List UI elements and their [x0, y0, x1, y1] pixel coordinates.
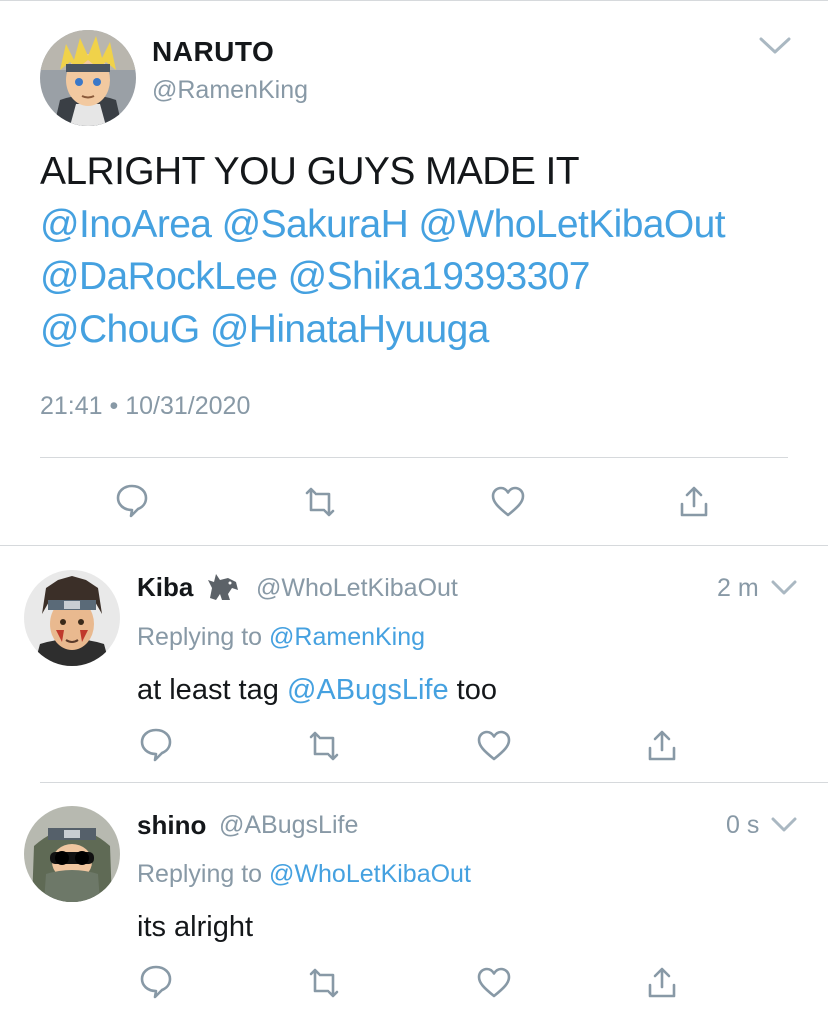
avatar[interactable]: [24, 806, 120, 902]
author-handle[interactable]: @RamenKing: [152, 76, 308, 105]
divider: [40, 457, 788, 458]
tweet-text-line: ALRIGHT YOU GUYS MADE IT: [40, 150, 580, 193]
heart-icon[interactable]: [490, 484, 526, 520]
reply-time: 0 s: [726, 811, 760, 839]
mention-link[interactable]: @InoArea: [40, 203, 212, 246]
reply-author-handle[interactable]: @WhoLetKibaOut: [256, 574, 458, 603]
retweet-icon[interactable]: [306, 965, 342, 1001]
mention-link[interactable]: @ABugsLife: [287, 674, 449, 706]
chevron-down-icon[interactable]: [771, 817, 797, 833]
reply-author-handle[interactable]: @ABugsLife: [219, 811, 358, 840]
retweet-icon[interactable]: [302, 484, 338, 520]
reply-icon[interactable]: [114, 482, 150, 518]
divider: [0, 545, 828, 546]
tweet-date: 10/31/2020: [125, 392, 251, 420]
reply-text: its alright: [137, 911, 254, 943]
mention-link[interactable]: @ChouG: [40, 308, 200, 351]
share-icon[interactable]: [644, 965, 680, 1001]
tweet-time: 21:41: [40, 392, 103, 420]
share-icon[interactable]: [644, 728, 680, 764]
reply-author-name[interactable]: Kiba: [137, 572, 193, 603]
meta-dot: •: [109, 392, 119, 420]
avatar[interactable]: [40, 30, 136, 126]
mention-link[interactable]: @WhoLetKibaOut: [418, 203, 725, 246]
tweet-text: ALRIGHT YOU GUYS MADE IT @InoArea @Sakur…: [40, 146, 800, 356]
top-divider: [0, 0, 828, 1]
reply-text: at least tag @ABugsLife too: [137, 674, 497, 707]
author-name[interactable]: NARUTO: [152, 36, 274, 68]
heart-icon[interactable]: [476, 728, 512, 764]
mention-link[interactable]: @HinataHyuuga: [210, 308, 490, 351]
retweet-icon[interactable]: [306, 728, 342, 764]
chevron-down-icon[interactable]: [771, 580, 797, 596]
mention-link[interactable]: @SakuraH: [222, 203, 409, 246]
reply-icon[interactable]: [138, 963, 174, 999]
share-icon[interactable]: [676, 484, 712, 520]
tweet-timestamp: 21:41 • 10/31/2020: [40, 392, 250, 421]
divider: [40, 782, 828, 783]
mention-link[interactable]: @RamenKing: [269, 623, 425, 651]
replying-to: Replying to @RamenKing: [137, 623, 425, 652]
replying-to: Replying to @WhoLetKibaOut: [137, 860, 471, 889]
reply-text-part: at least tag: [137, 674, 279, 706]
heart-icon[interactable]: [476, 965, 512, 1001]
reply-time: 2 m: [717, 574, 759, 602]
replying-prefix: Replying to: [137, 623, 263, 651]
mention-link[interactable]: @WhoLetKibaOut: [269, 860, 471, 888]
reply-icon[interactable]: [138, 726, 174, 762]
reply-author-name[interactable]: shino: [137, 810, 206, 841]
chevron-down-icon[interactable]: [758, 36, 792, 56]
wolf-icon: [206, 572, 240, 602]
mention-link[interactable]: @DaRockLee: [40, 255, 278, 298]
reply-text-part: too: [456, 674, 497, 706]
replying-prefix: Replying to: [137, 860, 263, 888]
mention-link[interactable]: @Shika19393307: [288, 255, 591, 298]
avatar[interactable]: [24, 570, 120, 666]
